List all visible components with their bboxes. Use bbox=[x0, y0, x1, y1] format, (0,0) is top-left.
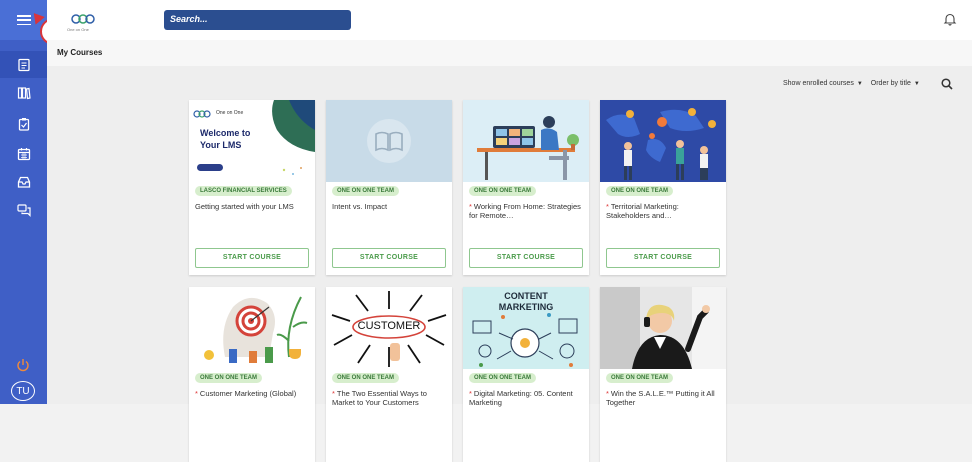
course-title-text: Intent vs. Impact bbox=[332, 202, 388, 211]
start-course-button[interactable]: START COURSE bbox=[332, 248, 446, 268]
course-thumbnail: CUSTOMER bbox=[326, 287, 452, 369]
inbox-icon bbox=[17, 176, 30, 188]
course-thumbnail bbox=[463, 100, 589, 182]
course-title-text: Digital Marketing: 05. Content Marketing bbox=[469, 389, 573, 407]
course-tag: ONE ON ONE TEAM bbox=[332, 186, 400, 196]
required-marker: * bbox=[606, 202, 609, 211]
course-tag: ONE ON ONE TEAM bbox=[332, 373, 400, 383]
courses-icon bbox=[17, 58, 30, 71]
thumb-line-1: Welcome to bbox=[200, 128, 251, 138]
course-thumbnail: One on One Welcome to Your LMS bbox=[189, 100, 315, 182]
required-marker: * bbox=[332, 389, 335, 398]
course-title: * Win the S.A.L.E.™ Putting it All Togeth… bbox=[606, 389, 720, 407]
bell-icon[interactable] bbox=[943, 12, 957, 26]
page-title: My Courses bbox=[57, 48, 103, 57]
thumb-line-1: CONTENT bbox=[504, 291, 548, 301]
power-icon[interactable] bbox=[15, 357, 31, 373]
course-tag: ONE ON ONE TEAM bbox=[195, 373, 263, 383]
thumb-brand: One on One bbox=[216, 110, 244, 116]
course-title: * The Two Essential Ways to Market to You… bbox=[332, 389, 446, 407]
required-marker: * bbox=[469, 202, 472, 211]
course-tag: ONE ON ONE TEAM bbox=[606, 186, 674, 196]
course-title-text: Win the S.A.L.E.™ Putting it All Togethe… bbox=[606, 389, 715, 407]
thumb-word: CUSTOMER bbox=[357, 320, 421, 332]
course-card[interactable]: ONE ON ONE TEAM Intent vs. Impact START … bbox=[326, 100, 452, 275]
sidebar-item-library[interactable] bbox=[0, 79, 47, 106]
logo-icon[interactable] bbox=[69, 12, 97, 28]
course-title: Getting started with your LMS bbox=[195, 202, 309, 211]
search-input[interactable]: Search... bbox=[164, 10, 351, 30]
sidebar-item-inbox[interactable] bbox=[0, 168, 47, 195]
course-title-text: The Two Essential Ways to Market to Your… bbox=[332, 389, 427, 407]
course-title-text: Customer Marketing (Global) bbox=[199, 389, 297, 398]
enrolled-filter-dropdown[interactable]: Show enrolled courses ▼ bbox=[783, 80, 863, 87]
start-course-button[interactable]: START COURSE bbox=[606, 248, 720, 268]
course-title: * Working From Home: Strategies for Remot… bbox=[469, 202, 583, 220]
course-title-text: Territorial Marketing: Stakeholders and… bbox=[606, 202, 679, 220]
course-title: * Customer Marketing (Global) bbox=[195, 389, 309, 398]
enrolled-filter-label: Show enrolled courses bbox=[783, 80, 854, 87]
course-thumbnail bbox=[326, 100, 452, 182]
sidebar-item-courses[interactable] bbox=[0, 51, 47, 78]
start-course-button[interactable]: START COURSE bbox=[195, 248, 309, 268]
required-marker: * bbox=[469, 389, 472, 398]
order-label: Order by title bbox=[870, 80, 911, 87]
chevron-down-icon: ▼ bbox=[913, 81, 920, 87]
top-bar: One on One Search... bbox=[47, 0, 972, 40]
required-marker: * bbox=[195, 389, 198, 398]
book-icon bbox=[367, 119, 411, 163]
start-course-button[interactable]: START COURSE bbox=[469, 248, 583, 268]
main-content: Show enrolled courses ▼ Order by title ▼ O… bbox=[47, 66, 972, 462]
course-card[interactable]: ONE ON ONE TEAM * Working From Home: Stra… bbox=[463, 100, 589, 275]
chevron-down-icon: ▼ bbox=[856, 81, 863, 87]
calendar-icon bbox=[17, 147, 30, 160]
course-title: * Territorial Marketing: Stakeholders and… bbox=[606, 202, 720, 220]
course-card[interactable]: CUSTOMER ONE ON ONE TEAM * The Two Essent… bbox=[326, 287, 452, 462]
clipboard-icon bbox=[18, 117, 29, 131]
course-tag: ONE ON ONE TEAM bbox=[469, 373, 537, 383]
search-icon[interactable] bbox=[941, 78, 953, 90]
course-tag: ONE ON ONE TEAM bbox=[606, 373, 674, 383]
sidebar-item-messages[interactable] bbox=[0, 196, 47, 223]
course-card[interactable]: One on One Welcome to Your LMS LASCO FIN… bbox=[189, 100, 315, 275]
course-card[interactable]: ONE ON ONE TEAM * Territorial Marketing: … bbox=[600, 100, 726, 275]
chat-icon bbox=[16, 203, 31, 217]
sidebar-item-calendar[interactable] bbox=[0, 140, 47, 167]
course-card[interactable]: ONE ON ONE TEAM * Win the S.A.L.E.™ Putti… bbox=[600, 287, 726, 462]
breadcrumb-bar: My Courses bbox=[47, 40, 972, 66]
course-card[interactable]: CONTENT MARKETING ONE ON ONE TEAM * Digit… bbox=[463, 287, 589, 462]
course-title: Intent vs. Impact bbox=[332, 202, 446, 211]
course-title-text: Working From Home: Strategies for Remote… bbox=[469, 202, 581, 220]
sidebar-item-assignments[interactable] bbox=[0, 110, 47, 137]
order-dropdown[interactable]: Order by title ▼ bbox=[871, 80, 920, 87]
course-title-text: Getting started with your LMS bbox=[195, 202, 294, 211]
thumb-line-2: Your LMS bbox=[200, 140, 242, 150]
course-card[interactable]: ONE ON ONE TEAM * Customer Marketing (Glo… bbox=[189, 287, 315, 462]
logo-text: One on One bbox=[67, 27, 89, 32]
required-marker: * bbox=[606, 389, 609, 398]
course-thumbnail bbox=[600, 100, 726, 182]
course-tag: LASCO FINANCIAL SERVICES bbox=[195, 186, 292, 196]
course-thumbnail: CONTENT MARKETING bbox=[463, 287, 589, 369]
course-tag: ONE ON ONE TEAM bbox=[469, 186, 537, 196]
course-title: * Digital Marketing: 05. Content Marketin… bbox=[469, 389, 583, 407]
filter-bar: Show enrolled courses ▼ Order by title ▼ bbox=[783, 80, 920, 87]
avatar[interactable]: TU bbox=[11, 381, 35, 401]
sidebar: TU bbox=[0, 0, 47, 404]
library-icon bbox=[17, 86, 31, 99]
course-thumbnail bbox=[600, 287, 726, 369]
course-thumbnail bbox=[189, 287, 315, 369]
thumb-line-2: MARKETING bbox=[498, 302, 554, 312]
